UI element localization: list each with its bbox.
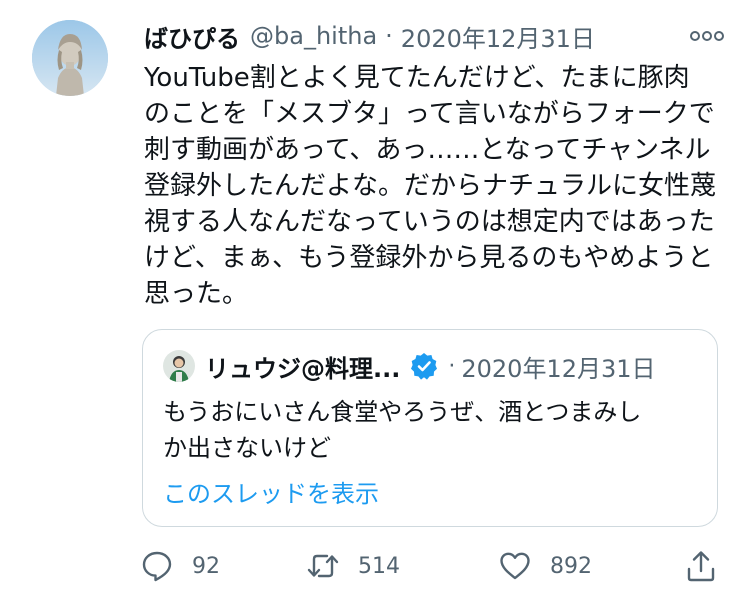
quote-text-line: もうおにいさん食堂やろうぜ、酒とつまみし: [163, 398, 642, 426]
like-button[interactable]: 892: [498, 544, 592, 588]
quoted-tweet[interactable]: リュウジ@料理... · 2020年12月31日 もうおにいさん食堂やろうぜ、酒…: [142, 329, 718, 527]
tweet-text-line: のことを「メスブタ」って言いながらフォークで: [144, 99, 715, 129]
tweet-text-line: けど、まぁ、もう登録外から見るのもやめようと: [144, 243, 714, 273]
verified-icon: [411, 353, 438, 380]
retweet-button[interactable]: 514: [306, 544, 400, 588]
like-icon: [500, 552, 530, 580]
tweet-actions: 92 514 892: [140, 544, 720, 588]
share-icon: [687, 551, 715, 582]
retweet-icon: [307, 554, 339, 578]
tweet-text-line: YouTube割とよく見てたんだけど、たまに豚肉: [144, 63, 690, 93]
reply-count: 92: [192, 553, 220, 579]
quote-header: リュウジ@料理... · 2020年12月31日: [163, 348, 697, 384]
tweet-text-line: 刺す動画があって、あっ……となってチャンネル: [144, 135, 711, 165]
quote-avatar: [163, 350, 195, 382]
more-icon[interactable]: [690, 30, 724, 42]
quote-text: もうおにいさん食堂やろうぜ、酒とつまみし か出さないけど: [163, 394, 703, 466]
avatar-image: [32, 20, 108, 96]
quote-text-line: か出さないけど: [163, 434, 331, 462]
tweet-text: YouTube割とよく見てたんだけど、たまに豚肉 のことを「メスブタ」って言いな…: [144, 60, 734, 312]
quote-date: 2020年12月31日: [461, 354, 656, 383]
separator-dot: ·: [385, 22, 393, 50]
author-handle[interactable]: @ba_hitha: [250, 22, 377, 50]
avatar[interactable]: [32, 20, 108, 96]
tweet-text-line: 視する人なんだなっていうのは想定内ではあった: [144, 207, 715, 237]
tweet-header: ばひぴる @ba_hitha · 2020年12月31日: [144, 18, 724, 54]
quote-separator-dot: ·: [448, 353, 456, 379]
quote-author-name: リュウジ@料理...: [205, 354, 401, 383]
reply-icon: [142, 551, 172, 582]
tweet-text-line: 登録外したんだよな。だからナチュラルに女性蔑: [144, 171, 717, 201]
tweet-text-line: 思った。: [144, 279, 249, 309]
show-thread-link[interactable]: このスレッドを表示: [163, 474, 379, 509]
like-count: 892: [550, 553, 592, 579]
share-button[interactable]: [684, 544, 718, 588]
retweet-count: 514: [358, 553, 400, 579]
author-name[interactable]: ばひぴる: [144, 19, 240, 54]
reply-button[interactable]: 92: [140, 544, 220, 588]
tweet-date[interactable]: 2020年12月31日: [401, 19, 595, 54]
